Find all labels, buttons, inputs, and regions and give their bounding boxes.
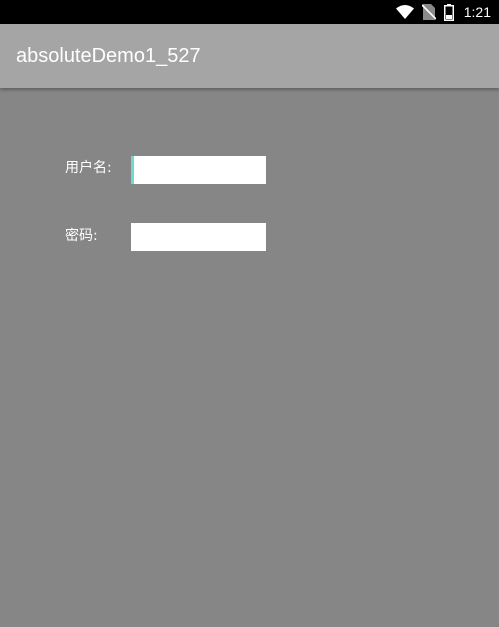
- password-input[interactable]: [131, 223, 266, 251]
- content-area: 用户名: 密码:: [0, 88, 499, 627]
- app-bar: absoluteDemo1_527: [0, 24, 499, 88]
- status-clock: 1:21: [463, 4, 491, 20]
- text-cursor: [131, 156, 134, 184]
- status-bar: 1:21: [0, 0, 499, 24]
- no-sim-icon: [421, 4, 436, 20]
- password-label: 密码:: [65, 228, 98, 244]
- wifi-icon: [395, 5, 414, 19]
- status-icons: 1:21: [395, 0, 491, 24]
- battery-icon: [443, 3, 454, 21]
- username-label: 用户名:: [65, 160, 112, 176]
- app-title: absoluteDemo1_527: [16, 45, 201, 67]
- username-input[interactable]: [131, 156, 266, 184]
